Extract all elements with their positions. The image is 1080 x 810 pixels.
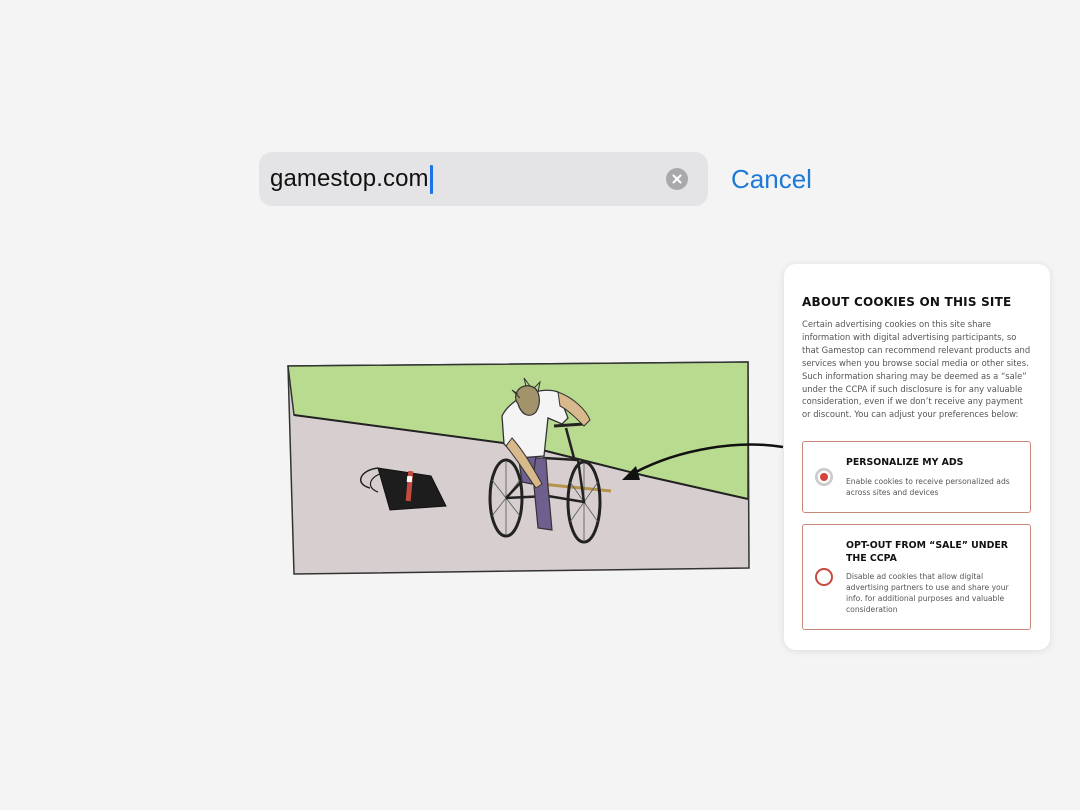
- option-description: Enable cookies to receive personalized a…: [846, 477, 1010, 497]
- option-opt-out-sale[interactable]: OPT-OUT FROM “SALE” UNDER THE CCPA Disab…: [802, 524, 1031, 630]
- cookie-panel-title: ABOUT COOKIES ON THIS SITE: [802, 295, 1012, 309]
- option-personalize-ads[interactable]: PERSONALIZE MY ADS Enable cookies to rec…: [802, 441, 1031, 513]
- radio-opt-out-sale[interactable]: [815, 568, 833, 586]
- address-search-field[interactable]: gamestop.com: [259, 152, 708, 206]
- arrow-annotation: [622, 443, 784, 480]
- radio-personalize-ads[interactable]: [815, 468, 833, 486]
- text-caret: [429, 164, 433, 194]
- clear-text-button[interactable]: [666, 168, 688, 190]
- search-input-value[interactable]: gamestop.com: [270, 164, 429, 194]
- screen: gamestop.com Cancel ABOUT COOKIES ON THI…: [0, 0, 1080, 810]
- cookie-panel-description: Certain advertising cookies on this site…: [802, 319, 1031, 420]
- close-icon: [672, 174, 682, 184]
- option-title: OPT-OUT FROM “SALE” UNDER THE CCPA: [846, 540, 1009, 564]
- option-title: PERSONALIZE MY ADS: [846, 457, 964, 468]
- search-text-wrap: gamestop.com: [270, 164, 433, 194]
- option-description: Disable ad cookies that allow digital ad…: [846, 572, 1009, 614]
- cookie-consent-panel: ABOUT COOKIES ON THIS SITE Certain adver…: [784, 264, 1050, 650]
- cancel-button[interactable]: Cancel: [731, 162, 812, 196]
